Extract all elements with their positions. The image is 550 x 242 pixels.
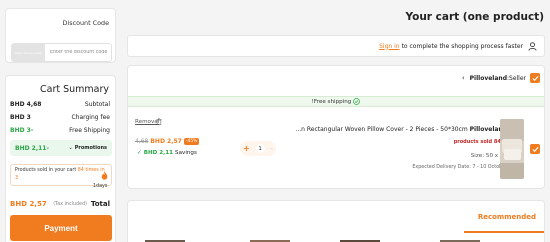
decrease-quantity-button[interactable]: - [270,145,273,153]
product-title[interactable]: ...n Rectangular Woven Pillow Cover - 2 … [295,126,507,133]
quantity-value: 1 [255,144,265,153]
seller-card: ‹ Pilloveland :Seller !Free shipping Rem… [127,65,545,189]
signin-text: to complete the shopping process faster [401,42,523,50]
total-amount: BHD 2,57 [10,200,47,208]
product-title-text: ...n Rectangular Woven Pillow Cover - 2 … [295,126,468,133]
check-icon [531,146,539,152]
new-price: BHD 2,57 [150,138,182,145]
item-select-checkbox[interactable] [530,144,540,154]
product-image[interactable] [500,119,524,179]
sold-times-notice: Products sold in your cart 84 times in 3… [10,164,112,189]
page-title: Your cart (one product) [405,11,544,23]
apply-discount-button[interactable]: Apply discount code [12,44,45,61]
promotions-label: Promotions [74,145,107,151]
check-small-icon: ✓ [137,150,142,156]
discount-row: Apply discount code [11,43,112,62]
delivery-date: Expected Delivery Date: 7 - 10 October [412,165,507,170]
free-shipping-text: !Free shipping [311,98,352,105]
free-shipping-label: Free Shipping [69,127,110,134]
cart-summary-title: Cart Summary [39,84,109,95]
promotions-amount: BHD 2,11- [15,144,49,152]
fire-icon [101,171,108,180]
seller-row: ‹ Pilloveland :Seller [462,73,540,83]
sold-suffix: 1days [93,184,108,189]
user-icon [528,41,537,51]
signin-bar: Sign in to complete the shopping process… [127,35,545,57]
chevron-left-icon[interactable]: ‹ [462,74,465,82]
total-row: BHD 2,57 (Tax included) Total [10,200,110,208]
discount-title: Discount Code [62,19,109,27]
recommended-thumbnails-strip [0,238,550,242]
promotions-row[interactable]: BHD 2,11- ⌄ Promotions [10,140,112,156]
trash-icon[interactable] [156,118,162,125]
subtotal-label: Subtotal [84,101,110,108]
free-shipping-bar: !Free shipping [128,96,544,107]
discount-code-input[interactable] [45,44,111,61]
charging-fee-label: Charging fee [71,114,110,121]
sold-count-text: products sold 84 [453,139,501,145]
savings-row: ✓ BHD 2,11 Savings [137,150,197,156]
seller-select-checkbox[interactable] [530,73,540,83]
seller-suffix: :Seller [506,74,526,82]
savings-amount: BHD 2,11 [143,150,174,156]
discount-percent-badge: -45% [183,138,200,145]
chevron-down-icon: ⌄ [68,145,73,151]
check-icon [531,75,539,81]
price-row: 4,68 BHD 2,57 -45% [135,138,200,145]
pillow-photo [500,119,524,179]
savings-label: Savings [175,150,197,156]
sold-count-badge: products sold 84 ➚ [454,139,507,145]
verified-icon [353,98,361,105]
seller-name[interactable]: Pilloveland [470,75,507,82]
sold-prefix: Products sold in your cart [15,168,78,173]
free-shipping-amount: BHD 3- [10,127,34,134]
recommended-card: Recommended [127,200,545,242]
free-shipping-row: BHD 3- Free Shipping [10,127,110,134]
signin-link[interactable]: Sign in [379,43,399,50]
active-tab-indicator [464,231,544,233]
charging-fee-row: BHD 3 Charging fee [10,114,110,121]
discount-card: Discount Code Apply discount code [5,8,116,63]
quantity-stepper[interactable]: + 1 - [240,141,276,156]
tab-recommended[interactable]: Recommended [478,213,536,221]
cart-summary-card: Cart Summary BHD 4,68 Subtotal BHD 3 Cha… [5,75,116,242]
total-label: Total [90,200,110,208]
subtotal-row: BHD 4,68 Subtotal [10,101,110,108]
apply-discount-label: Apply discount code [15,50,42,55]
old-price: 4,68 [135,138,149,145]
payment-button-label: Payment [44,223,78,233]
increase-quantity-button[interactable]: + [243,144,250,153]
charging-fee-amount: BHD 3 [10,114,31,121]
tax-included-note: (Tax included) [53,201,87,207]
subtotal-amount: BHD 4,68 [10,101,42,108]
